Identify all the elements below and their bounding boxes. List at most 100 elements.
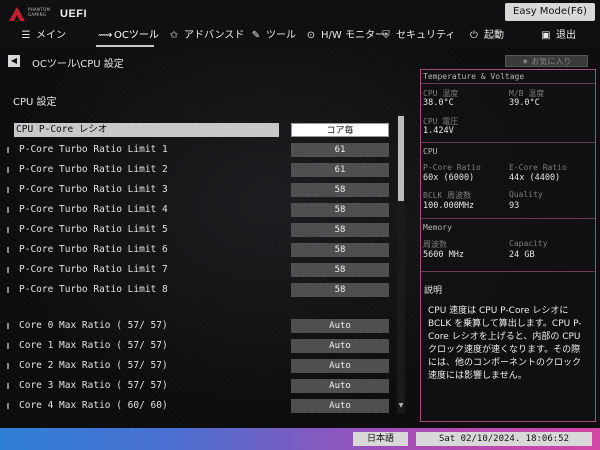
scrollbar-thumb[interactable] [398,116,404,201]
cpu-voltage-value: 1.424V [423,126,454,136]
active-tab-underline [96,45,154,47]
row-marker [7,227,9,233]
tab-star[interactable]: ✩ アドバンスド [168,26,245,46]
description-text: CPU 速度は CPU P-Core レシオに BCLK を乗算して算出します。… [428,306,582,381]
bclk-value: 100.000MHz [423,201,475,211]
setting-value[interactable]: 58 [291,223,389,237]
tab-label: 退出 [556,30,576,41]
setting-row[interactable]: P-Core Turbo Ratio Limit 4 58 [7,203,396,217]
setting-row[interactable]: CPU P-Core レシオ コア毎 [14,123,396,137]
setting-row[interactable]: P-Core Turbo Ratio Limit 5 58 [7,223,396,237]
wrench-icon: ✎ [251,30,261,41]
setting-value[interactable]: 58 [291,203,389,217]
tab-label: セキュリティ [396,30,456,41]
setting-row[interactable]: Core 2 Max Ratio ( 57/ 57) Auto [7,359,396,373]
monitor-icon: ⊙ [306,30,316,41]
breadcrumb: OCツール\CPU 設定 [32,59,124,70]
status-panel: Temperature & Voltage CPU 温度 38.0°C M/B … [420,69,596,422]
setting-row[interactable]: P-Core Turbo Ratio Limit 6 58 [7,243,396,257]
quality-label: Quality [509,190,543,199]
back-button[interactable]: ◀ [8,55,20,67]
setting-row[interactable]: P-Core Turbo Ratio Limit 3 58 [7,183,396,197]
setting-label: Core 1 Max Ratio ( 57/ 57) [19,340,168,351]
phantom-gaming-logo-icon [9,7,25,21]
row-marker [7,403,9,409]
logo-small-text: PHANTOM GAMING [28,7,51,17]
main-nav: ☰ メイン ⟿ OCツール ✩ アドバンスド ✎ ツール ⊙ H/W モニター ⛨ セキュリティ ⏻ 起動… [0,26,600,46]
datetime-display: Sat 02/10/2024. 18:06:52 [416,432,592,446]
row-marker [7,383,9,389]
language-button[interactable]: 日本語 [353,432,408,446]
setting-label: Core 3 Max Ratio ( 57/ 57) [19,380,168,391]
setting-value[interactable]: Auto [291,359,389,373]
setting-label: P-Core Turbo Ratio Limit 8 [19,284,168,295]
tab-exit[interactable]: ▣ 退出 [540,26,576,46]
setting-row[interactable]: Core 0 Max Ratio ( 57/ 57) Auto [7,319,396,333]
scroll-down-arrow-icon[interactable]: ▼ [397,402,405,410]
tab-power[interactable]: ⏻ 起動 [468,26,504,46]
setting-value[interactable]: Auto [291,399,389,413]
tab-label: メイン [36,30,66,41]
divider [421,142,595,143]
cpu-section-title: CPU [423,147,438,156]
setting-value[interactable]: Auto [291,319,389,333]
setting-value[interactable]: 61 [291,143,389,157]
setting-row[interactable]: P-Core Turbo Ratio Limit 1 61 [7,143,396,157]
setting-value[interactable]: Auto [291,379,389,393]
setting-label: P-Core Turbo Ratio Limit 1 [19,144,168,155]
setting-label: Core 0 Max Ratio ( 57/ 57) [19,320,168,331]
ecore-ratio-value: 44x (4400) [509,173,561,183]
star-icon: ✩ [169,30,179,41]
tab-menu[interactable]: ☰ メイン [20,26,66,46]
setting-row[interactable]: P-Core Turbo Ratio Limit 8 58 [7,283,396,297]
setting-value[interactable]: 58 [291,283,389,297]
memory-frequency-value: 5600 MHz [423,250,464,260]
row-marker [7,267,9,273]
tab-label: H/W モニター [321,30,385,41]
setting-label: P-Core Turbo Ratio Limit 7 [19,264,168,275]
setting-value[interactable]: 61 [291,163,389,177]
row-marker [7,187,9,193]
section-title: CPU 設定 [13,97,57,108]
setting-label: Core 2 Max Ratio ( 57/ 57) [19,360,168,371]
tab-label: OCツール [114,30,159,41]
menu-icon: ☰ [21,30,31,41]
divider [421,83,595,84]
divider [421,271,595,272]
setting-row[interactable]: P-Core Turbo Ratio Limit 2 61 [7,163,396,177]
pcore-ratio-label: P-Core Ratio [423,163,481,172]
setting-value[interactable]: 58 [291,183,389,197]
tab-monitor[interactable]: ⊙ H/W モニター [305,26,385,46]
setting-row[interactable]: Core 3 Max Ratio ( 57/ 57) Auto [7,379,396,393]
memory-capacity-value: 24 GB [509,250,535,260]
divider [421,218,595,219]
ecore-ratio-label: E-Core Ratio [509,163,567,172]
tab-label: 起動 [484,30,504,41]
power-icon: ⏻ [470,30,478,41]
tab-oc-tweaker[interactable]: ⟿ OCツール [98,26,159,46]
setting-value[interactable]: 58 [291,263,389,277]
memory-section-title: Memory [423,223,452,232]
row-marker [7,343,9,349]
phantom-gaming-logo: PHANTOM GAMING UEFI [8,6,118,22]
easy-mode-button[interactable]: Easy Mode(F6) [505,3,595,21]
setting-value[interactable]: Auto [291,339,389,353]
setting-label: CPU P-Core レシオ [16,124,108,135]
setting-row[interactable]: Core 1 Max Ratio ( 57/ 57) Auto [7,339,396,353]
memory-frequency-label: 周波数 [423,240,447,249]
cpu-temp-value: 38.0°C [423,98,454,108]
favorite-button[interactable]: ★ お気に入り [505,55,588,67]
setting-label: P-Core Turbo Ratio Limit 3 [19,184,168,195]
quality-value: 93 [509,201,520,211]
description-title: 説明 [424,286,443,296]
row-marker [7,147,9,153]
row-marker [7,247,9,253]
setting-row[interactable]: Core 4 Max Ratio ( 60/ 60) Auto [7,399,396,413]
setting-value[interactable]: コア毎 [291,123,389,137]
tab-shield[interactable]: ⛨ セキュリティ [380,26,455,46]
setting-value[interactable]: 58 [291,243,389,257]
setting-label: Core 4 Max Ratio ( 60/ 60) [19,400,168,411]
tab-wrench[interactable]: ✎ ツール [250,26,296,46]
setting-row[interactable]: P-Core Turbo Ratio Limit 7 58 [7,263,396,277]
memory-capacity-label: Capacity [509,239,548,248]
